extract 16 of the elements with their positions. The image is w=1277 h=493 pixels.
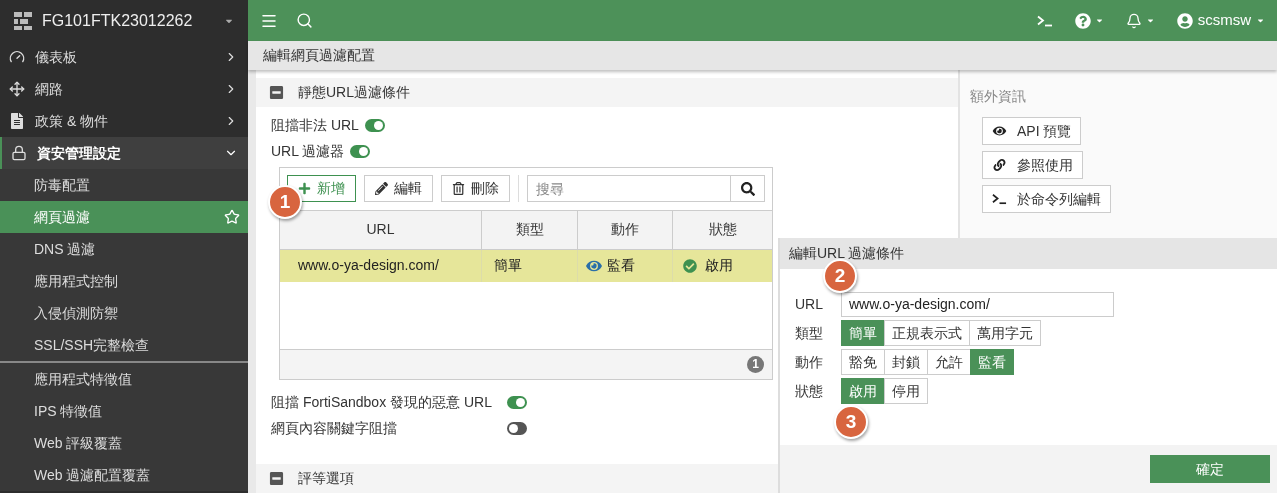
table-cell: www.o-ya-design.com/ [280,249,482,282]
field-label: 類型 [795,323,824,343]
row-count-badge: 1 [747,355,764,373]
table-cell: 監看 [578,249,673,282]
table-cell: 啟用 [673,249,772,282]
table-cell: 簡單 [482,249,578,282]
toggle-label: 阻擋非法 URL [271,115,359,135]
toggle-label: URL 過濾器 [271,142,345,161]
field-label: 狀態 [795,381,824,401]
field-label: URL [795,294,824,314]
device-name: FG101FTK23012262 [42,10,193,31]
page-title: 編輯網頁過濾配置 [263,46,375,65]
toggle-label: 阻擋 FortiSandbox 發現的惡意 URL [271,392,493,412]
field-label: 動作 [795,352,824,372]
panel-title: 額外資訊 [970,87,1026,106]
toggle-label: 網頁內容關鍵字阻擋 [271,418,398,438]
